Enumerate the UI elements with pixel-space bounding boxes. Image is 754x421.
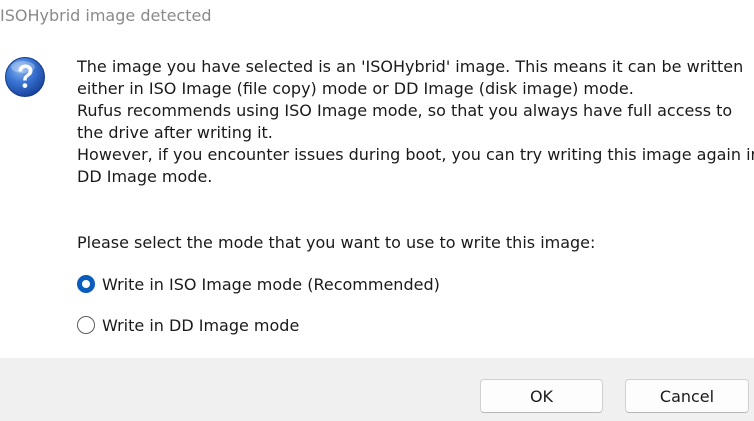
message-line: However, if you encounter issues during … <box>77 145 754 164</box>
message-line: DD Image mode. <box>77 167 213 186</box>
cancel-button[interactable]: Cancel <box>625 379 749 413</box>
dialog-message: The image you have selected is an 'ISOHy… <box>77 56 754 188</box>
dd-mode-radio[interactable]: Write in DD Image mode <box>77 314 299 336</box>
button-bar: OK Cancel <box>0 358 754 421</box>
message-line: Rufus recommends using ISO Image mode, s… <box>77 101 733 120</box>
question-icon <box>4 56 46 98</box>
dd-mode-label[interactable]: Write in DD Image mode <box>102 316 299 335</box>
radio-checked-icon[interactable] <box>77 275 95 293</box>
iso-mode-label[interactable]: Write in ISO Image mode (Recommended) <box>102 275 440 294</box>
ok-button[interactable]: OK <box>480 379 603 413</box>
radio-unchecked-icon[interactable] <box>77 316 95 334</box>
mode-prompt: Please select the mode that you want to … <box>77 233 596 252</box>
iso-mode-radio[interactable]: Write in ISO Image mode (Recommended) <box>77 273 440 295</box>
window-title: ISOHybrid image detected <box>0 6 212 25</box>
title-bar: ISOHybrid image detected <box>0 0 754 34</box>
message-line: the drive after writing it. <box>77 123 273 142</box>
message-line: either in ISO Image (file copy) mode or … <box>77 79 634 98</box>
message-line: The image you have selected is an 'ISOHy… <box>77 57 744 76</box>
